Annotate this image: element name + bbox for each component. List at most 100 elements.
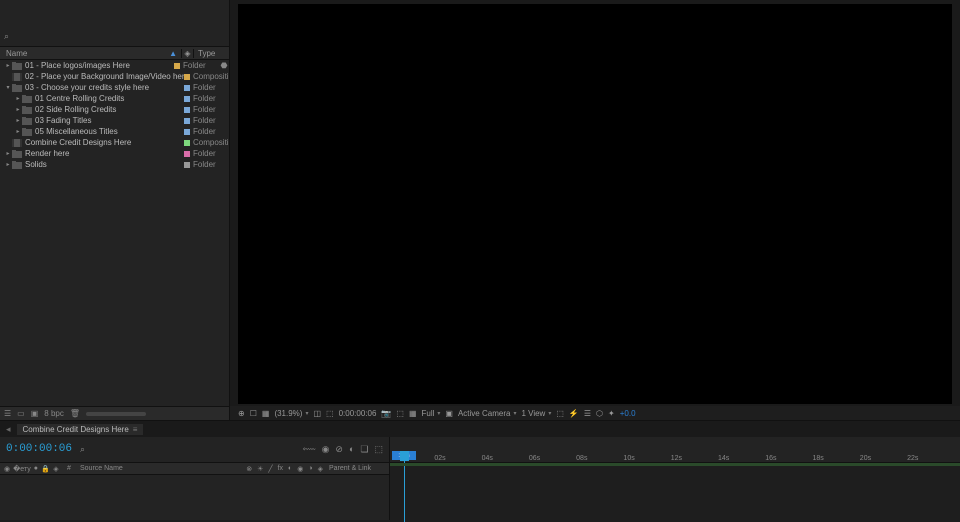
channel-icon[interactable]: ⬚	[326, 409, 334, 418]
thumbnail-size-slider[interactable]	[86, 412, 146, 416]
label-color-swatch[interactable]	[174, 63, 180, 69]
bpc-label[interactable]: 8 bpc	[44, 409, 64, 418]
label-color-swatch[interactable]	[184, 96, 190, 102]
label-color-swatch[interactable]	[184, 162, 190, 168]
switch-adjust-icon[interactable]: ◑	[308, 465, 312, 473]
magnify-icon[interactable]: ⊕	[238, 409, 245, 418]
motion-blur-icon[interactable]: ❏	[360, 444, 368, 455]
exposure-reset-icon[interactable]: ✦	[608, 409, 615, 418]
interpret-footage-icon[interactable]: ☰	[4, 409, 11, 418]
current-timecode[interactable]: 0:00:00:06	[6, 444, 72, 455]
ruler-tick: 22s	[907, 455, 918, 462]
flowchart-icon[interactable]: ⬣	[219, 61, 229, 70]
twirl-arrow-icon[interactable]: ▸	[4, 150, 12, 157]
region-icon[interactable]: ⬚	[396, 409, 404, 418]
project-tree[interactable]: ▸01 - Place logos/images HereFolder⬣02 -…	[0, 60, 229, 406]
frame-blend-icon[interactable]: ◐	[349, 444, 354, 455]
layer-list[interactable]	[0, 475, 389, 520]
switch-3d-icon[interactable]: ◈	[318, 465, 323, 473]
new-folder-icon[interactable]: ▭	[17, 409, 25, 418]
resolution-icon[interactable]: ◫	[313, 409, 321, 418]
switch-frameblend-icon[interactable]: ◐	[288, 465, 292, 473]
twirl-arrow-icon[interactable]: ▸	[4, 161, 12, 168]
grid-icon[interactable]: ▦	[262, 409, 270, 418]
work-area-bar[interactable]	[390, 463, 960, 466]
tag-icon: ◈	[184, 49, 190, 58]
label-color-swatch[interactable]	[184, 74, 190, 80]
graph-editor-icon[interactable]: ⬚	[374, 444, 383, 455]
switch-shy-icon[interactable]: ⊗	[246, 465, 252, 473]
column-label[interactable]: ◈	[181, 49, 193, 58]
twirl-arrow-icon[interactable]: ▸	[4, 62, 12, 69]
label-color-swatch[interactable]	[184, 129, 190, 135]
camera-dropdown[interactable]: Active Camera	[458, 409, 516, 418]
time-ruler[interactable]: :00s 02s04s06s08s10s12s14s16s18s20s22s	[390, 437, 960, 463]
shy-icon[interactable]: ⊘	[335, 444, 343, 455]
av-toggles-header: ◉ �ету ● 🔒	[0, 465, 50, 473]
label-color-swatch[interactable]	[184, 107, 190, 113]
tab-prev-icon[interactable]: ◂	[6, 424, 11, 435]
exposure-value[interactable]: +0.0	[620, 409, 636, 418]
lock-toggle-icon[interactable]: 🔒	[41, 465, 50, 473]
project-item[interactable]: ▾03 - Choose your credits style hereFold…	[0, 82, 229, 93]
project-item[interactable]: ▸SolidsFolder	[0, 159, 229, 170]
viewport[interactable]	[238, 4, 952, 404]
resolution-dropdown[interactable]: Full	[422, 409, 441, 418]
twirl-arrow-icon[interactable]: ▸	[14, 128, 22, 135]
switch-quality-icon[interactable]: ╱	[268, 465, 272, 473]
project-item[interactable]: ▸01 Centre Rolling CreditsFolder	[0, 93, 229, 104]
new-comp-icon[interactable]: ▣	[31, 409, 39, 418]
audio-toggle-icon[interactable]: �ету	[13, 465, 31, 473]
column-type[interactable]: Type	[193, 49, 229, 58]
viewer-timecode[interactable]: 0:00:00:06	[339, 409, 377, 418]
playhead-handle[interactable]	[400, 451, 409, 461]
project-item[interactable]: ▸02 Side Rolling CreditsFolder	[0, 104, 229, 115]
track-area[interactable]	[390, 463, 960, 520]
label-color-swatch[interactable]	[184, 118, 190, 124]
view-layout-icon[interactable]: ▣	[445, 409, 453, 418]
timeline-icon[interactable]: ☰	[584, 409, 591, 418]
pixel-aspect-icon[interactable]: ⬚	[556, 409, 564, 418]
timeline-tab[interactable]: Combine Credit Designs Here ≡	[17, 424, 144, 435]
switch-fx-icon[interactable]: fx	[278, 465, 283, 473]
twirl-arrow-icon[interactable]: ▸	[14, 106, 22, 113]
project-footer: ☰ ▭ ▣ 8 bpc 🗑	[0, 406, 229, 420]
project-item[interactable]: ▸05 Miscellaneous TitlesFolder	[0, 126, 229, 137]
project-item[interactable]: ▸01 - Place logos/images HereFolder⬣	[0, 60, 229, 71]
project-item[interactable]: 02 - Place your Background Image/Video h…	[0, 71, 229, 82]
label-color-swatch[interactable]	[184, 151, 190, 157]
project-item[interactable]: Combine Credit Designs HereCompositi	[0, 137, 229, 148]
comp-mini-flow-icon[interactable]: ⬳	[303, 444, 316, 455]
comp-flow-icon[interactable]: ⬡	[596, 409, 603, 418]
project-item[interactable]: ▸03 Fading TitlesFolder	[0, 115, 229, 126]
trash-icon[interactable]: 🗑	[70, 409, 80, 418]
twirl-arrow-icon[interactable]: ▾	[4, 84, 12, 91]
video-toggle-icon[interactable]: ◉	[4, 465, 10, 473]
timeline-right[interactable]: :00s 02s04s06s08s10s12s14s16s18s20s22s	[390, 437, 960, 520]
timeline-tab-menu-icon[interactable]: ≡	[133, 425, 138, 434]
views-dropdown[interactable]: 1 View	[521, 409, 551, 418]
twirl-arrow-icon[interactable]: ▸	[14, 117, 22, 124]
source-name-header[interactable]: Source Name	[76, 465, 229, 472]
draft3d-icon[interactable]: ◉	[322, 444, 330, 455]
parent-link-header[interactable]: Parent & Link	[329, 465, 389, 472]
label-swatch-header[interactable]: ◈	[50, 465, 62, 473]
transparency-grid-icon[interactable]: ▦	[409, 409, 417, 418]
label-color-swatch[interactable]	[184, 140, 190, 146]
label-color-swatch[interactable]	[184, 85, 190, 91]
monitor-icon[interactable]: ☐	[250, 409, 257, 418]
column-name[interactable]: Name ▲	[0, 49, 181, 58]
search-layer-icon[interactable]: ⌕	[80, 444, 85, 455]
fast-preview-icon[interactable]: ⚡	[569, 409, 579, 418]
search-icon[interactable]: ⌕	[4, 31, 9, 42]
layer-number-header[interactable]: #	[62, 465, 76, 472]
zoom-dropdown[interactable]: (31.9%)	[274, 409, 308, 418]
project-search-input[interactable]	[13, 32, 53, 41]
solo-toggle-icon[interactable]: ●	[34, 465, 38, 473]
switch-collapse-icon[interactable]: ☀	[257, 465, 263, 473]
snapshot-icon[interactable]: 📷	[381, 409, 391, 418]
switch-motionblur-icon[interactable]: ◉	[297, 465, 303, 473]
project-item[interactable]: ▸Render hereFolder	[0, 148, 229, 159]
ruler-tick: 18s	[813, 455, 824, 462]
twirl-arrow-icon[interactable]: ▸	[14, 95, 22, 102]
